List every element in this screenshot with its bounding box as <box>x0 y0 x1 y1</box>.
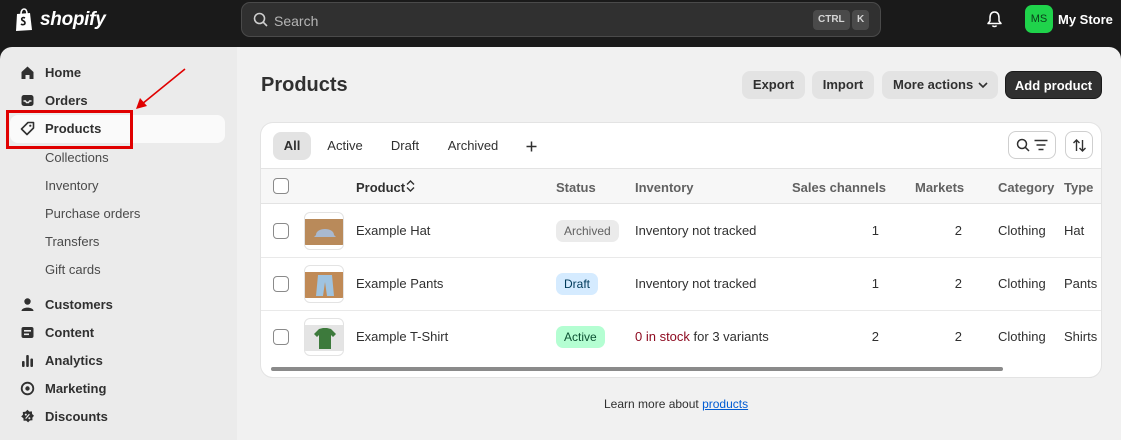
top-bar: shopify Search CTRL K MS My Store <box>0 0 1121 47</box>
inventory-text: Inventory not tracked <box>635 223 757 238</box>
sidebar-item-label: Analytics <box>45 353 103 368</box>
sales-channels-count: 1 <box>871 223 879 238</box>
products-help-link[interactable]: products <box>702 397 748 411</box>
inventory-text: Inventory not tracked <box>635 276 757 291</box>
sidebar-item-label: Discounts <box>45 409 108 424</box>
page-title: Products <box>261 74 348 96</box>
column-header-sales-channels: Sales channels <box>792 180 886 195</box>
status-badge: Draft <box>556 273 599 295</box>
annotation-arrow <box>136 68 186 109</box>
highlight-box <box>6 110 133 149</box>
sales-channels-count: 2 <box>871 329 879 344</box>
sidebar-item-label: Customers <box>45 297 113 312</box>
sort-button[interactable] <box>1065 131 1093 159</box>
sidebar-subitem-purchase-orders[interactable]: Purchase orders <box>45 206 140 221</box>
markets-count: 2 <box>954 223 962 238</box>
export-button[interactable]: Export <box>742 71 805 99</box>
more-actions-button[interactable]: More actions <box>882 71 998 99</box>
shopify-logo[interactable]: shopify <box>14 8 106 32</box>
column-header-markets: Markets <box>915 180 965 195</box>
products-table-card: All Active Draft Archived Product Status… <box>261 123 1101 377</box>
table-header: Product Status Inventory Sales channels … <box>261 168 1101 204</box>
sidebar-subitem-gift-cards[interactable]: Gift cards <box>45 262 101 277</box>
category: Clothing <box>998 223 1046 238</box>
inbox-icon <box>21 95 34 106</box>
select-all-checkbox[interactable] <box>273 178 289 194</box>
sales-channels-count: 1 <box>871 276 879 291</box>
row-checkbox[interactable] <box>273 329 289 345</box>
person-icon <box>21 298 34 311</box>
sort-arrows-icon <box>1073 139 1086 152</box>
discount-icon <box>21 409 34 423</box>
tab-active[interactable]: Active <box>319 132 371 160</box>
shortcut-key-k: K <box>852 10 870 30</box>
product-name[interactable]: Example Hat <box>356 223 430 238</box>
add-product-button[interactable]: Add product <box>1005 71 1102 99</box>
tab-archived[interactable]: Archived <box>437 132 509 160</box>
shortcut-key-ctrl: CTRL <box>813 10 850 30</box>
category: Clothing <box>998 329 1046 344</box>
tab-all[interactable]: All <box>273 132 311 160</box>
shopify-bag-icon <box>16 8 32 31</box>
markets-count: 2 <box>954 276 962 291</box>
more-actions-label: More actions <box>893 77 974 92</box>
column-header-inventory: Inventory <box>635 180 694 195</box>
product-name[interactable]: Example T-Shirt <box>356 329 448 344</box>
bar-chart-icon <box>22 355 33 367</box>
column-header-status: Status <box>556 180 596 195</box>
sidebar-item-label: Orders <box>45 93 88 108</box>
product-thumbnail-tshirt <box>304 318 344 356</box>
column-header-product[interactable]: Product <box>356 180 405 195</box>
markets-count: 2 <box>954 329 962 344</box>
store-name[interactable]: My Store <box>1058 12 1113 27</box>
avatar[interactable]: MS <box>1025 5 1053 33</box>
product-thumbnail-pants <box>304 265 344 303</box>
main-content: Products Export Import More actions Add … <box>237 47 1121 440</box>
table-row[interactable]: Example Pants Draft Inventory not tracke… <box>261 258 1101 311</box>
sidebar: Home Orders Products Collections Invento… <box>0 47 237 440</box>
sidebar-subitem-transfers[interactable]: Transfers <box>45 234 99 249</box>
type: Shirts <box>1064 329 1098 344</box>
inventory-cell: 0 in stock for 3 variants <box>635 329 769 344</box>
horizontal-scrollbar[interactable] <box>271 367 1003 371</box>
sort-indicator-icon[interactable] <box>406 180 415 192</box>
add-tab-icon[interactable] <box>526 141 537 152</box>
row-checkbox[interactable] <box>273 223 289 239</box>
search-bar[interactable]: Search CTRL K <box>241 2 881 37</box>
chevron-down-icon <box>978 82 988 89</box>
status-badge: Archived <box>556 220 619 242</box>
brand-name: shopify <box>40 9 106 30</box>
category: Clothing <box>998 276 1046 291</box>
row-checkbox[interactable] <box>273 276 289 292</box>
status-badge: Active <box>556 326 605 348</box>
footer-text: Learn more about <box>604 397 699 411</box>
import-button[interactable]: Import <box>812 71 874 99</box>
sidebar-subitem-collections[interactable]: Collections <box>45 150 109 165</box>
sidebar-item-label: Marketing <box>45 381 107 396</box>
column-header-category: Category <box>998 180 1055 195</box>
inventory-text: for 3 variants <box>693 329 769 344</box>
sidebar-item-label: Home <box>45 65 82 80</box>
sidebar-item-label: Content <box>45 325 95 340</box>
search-icon <box>1016 138 1030 152</box>
column-header-type: Type <box>1064 180 1094 195</box>
sidebar-subitem-inventory[interactable]: Inventory <box>45 178 98 193</box>
search-placeholder: Search <box>274 13 319 29</box>
stock-alert: 0 in stock <box>635 329 690 344</box>
table-row[interactable]: Example T-Shirt Active 0 in stock for 3 … <box>261 311 1101 364</box>
product-name[interactable]: Example Pants <box>356 276 443 291</box>
target-icon <box>20 381 35 396</box>
content-icon <box>21 327 34 338</box>
type: Hat <box>1064 223 1085 238</box>
learn-more-footer: Learn more about products <box>604 397 748 411</box>
bell-icon[interactable] <box>986 10 1003 28</box>
product-thumbnail-hat <box>304 212 344 250</box>
home-icon <box>21 66 34 79</box>
type: Pants <box>1064 276 1098 291</box>
table-row[interactable]: Example Hat Archived Inventory not track… <box>261 205 1101 258</box>
search-icon <box>253 12 268 27</box>
search-filter-button[interactable] <box>1008 131 1056 159</box>
filter-lines-icon <box>1034 139 1048 151</box>
tab-draft[interactable]: Draft <box>381 132 429 160</box>
